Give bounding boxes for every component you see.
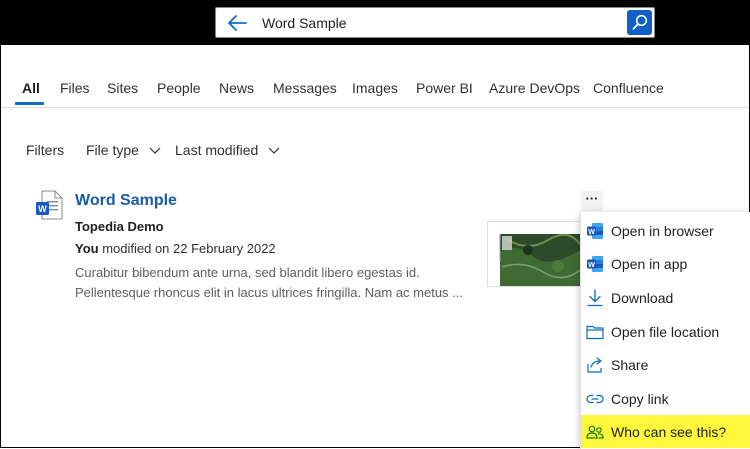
tab-power-bi[interactable]: Power BI — [416, 80, 473, 96]
svg-text:W: W — [38, 204, 47, 214]
tab-news[interactable]: News — [219, 80, 254, 96]
file-thumbnail[interactable] — [487, 221, 583, 287]
svg-text:W: W — [588, 262, 595, 269]
word-file-icon: W — [36, 190, 63, 220]
menu-item-label: Share — [611, 357, 649, 373]
filters-label: Filters — [26, 142, 65, 158]
menu-item-who-can-see-this[interactable]: Who can see this? — [581, 415, 750, 448]
menu-item-open-in-browser[interactable]: W Open in browser — [581, 214, 750, 247]
link-icon — [586, 394, 604, 404]
snippet-line: Pellentesque rhoncus elit in lacus ultri… — [75, 285, 464, 300]
menu-item-label: Open in app — [611, 256, 688, 272]
tab-images[interactable]: Images — [352, 80, 398, 96]
download-icon — [587, 289, 603, 307]
snippet-line: Curabitur bibendum ante urna, sed blandi… — [75, 265, 420, 280]
tab-files[interactable]: Files — [60, 80, 90, 96]
tabs-divider — [1, 107, 749, 108]
tab-messages[interactable]: Messages — [273, 80, 337, 96]
menu-item-label: Copy link — [611, 391, 669, 407]
search-input[interactable]: Word Sample — [262, 15, 347, 31]
search-box[interactable]: Word Sample — [215, 7, 655, 38]
tab-people[interactable]: People — [157, 80, 201, 96]
menu-item-open-in-app[interactable]: W Open in app — [581, 247, 750, 280]
context-menu: W Open in browser W Open in app Download… — [580, 212, 750, 449]
last-modified-label: Last modified — [175, 142, 259, 158]
file-type-label: File type — [86, 142, 139, 158]
menu-item-label: Who can see this? — [611, 424, 727, 440]
share-icon — [587, 357, 602, 373]
result-site-name: Topedia Demo — [75, 219, 164, 234]
chevron-down-icon — [268, 147, 280, 154]
menu-item-label: Open in browser — [611, 223, 714, 239]
menu-item-label: Download — [611, 290, 674, 306]
chevron-down-icon — [149, 147, 161, 154]
result-title-link[interactable]: Word Sample — [75, 192, 177, 210]
result-modified-info: You modified on 22 February 2022 — [75, 241, 276, 256]
word-icon: W — [587, 256, 603, 272]
tab-all[interactable]: All — [22, 80, 40, 96]
word-icon: W — [587, 223, 603, 239]
vertical-tabs: All Files Sites People News Messages Ima… — [1, 77, 749, 107]
tab-confluence[interactable]: Confluence — [593, 80, 664, 96]
search-icon — [632, 14, 648, 30]
active-tab-indicator — [15, 102, 44, 105]
menu-item-label: Open file location — [611, 324, 720, 340]
result-snippet: Curabitur bibendum ante urna, sed blandi… — [75, 263, 475, 303]
file-type-filter[interactable]: File type — [86, 142, 161, 158]
more-options-button[interactable]: ··· — [581, 191, 603, 211]
tab-sites[interactable]: Sites — [107, 80, 138, 96]
menu-item-share[interactable]: Share — [581, 348, 750, 381]
tab-azure-devops[interactable]: Azure DevOps — [489, 80, 580, 96]
people-icon — [586, 425, 604, 439]
svg-text:W: W — [588, 229, 595, 236]
map-preview-image — [488, 222, 582, 286]
modified-by: You — [75, 241, 99, 256]
folder-icon — [586, 325, 604, 340]
top-bar: Word Sample — [1, 1, 749, 45]
modified-date: modified on 22 February 2022 — [98, 241, 276, 256]
menu-item-download[interactable]: Download — [581, 281, 750, 314]
menu-item-copy-link[interactable]: Copy link — [581, 382, 750, 415]
last-modified-filter[interactable]: Last modified — [175, 142, 280, 158]
search-button[interactable] — [627, 10, 652, 35]
menu-item-open-file-location[interactable]: Open file location — [581, 315, 750, 348]
back-arrow-icon[interactable] — [227, 14, 247, 32]
